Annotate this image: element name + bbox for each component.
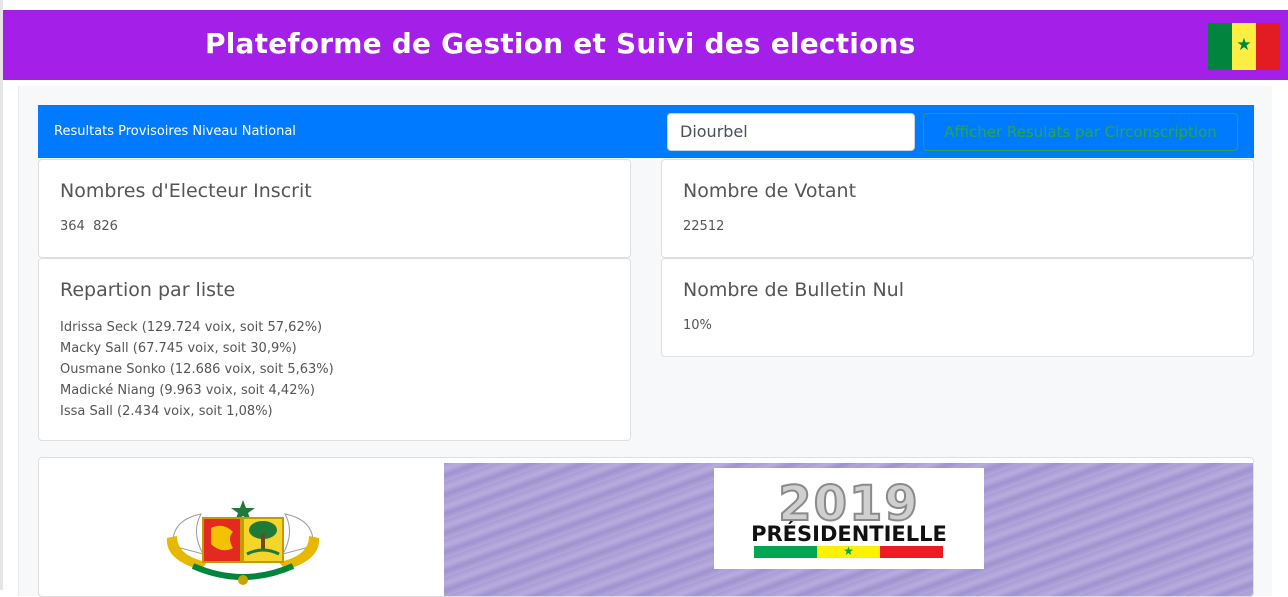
region-select[interactable]: Diourbel (667, 113, 915, 151)
card-bulletin-nul: Nombre de Bulletin Nul 10% (661, 258, 1254, 357)
list-item: Macky Sall (67.745 voix, soit 30,9%) (60, 341, 297, 356)
senegal-coat-of-arms-icon (166, 500, 320, 585)
repartition-list: Idrissa Seck (129.724 voix, soit 57,62%)… (60, 317, 334, 422)
inscrits-label: Nombres d'Electeur Inscrit (60, 180, 312, 202)
flag-red-band (1256, 23, 1280, 70)
votants-value: 22512 (683, 219, 725, 234)
card-inscrits: Nombres d'Electeur Inscrit 364 826 (38, 159, 631, 258)
logo-star-icon: ★ (843, 544, 854, 558)
flag-green-band (1208, 23, 1232, 70)
show-by-circonscription-button[interactable]: Afficher Resulats par Circonscription (923, 113, 1238, 151)
toolbar-title: Resultats Provisoires Niveau National (54, 124, 296, 139)
banner-card: 2019 PRÉSIDENTIELLE ★ (38, 457, 1254, 597)
bulletin-nul-label: Nombre de Bulletin Nul (683, 279, 904, 301)
flag-yellow-band: ★ (1232, 23, 1256, 70)
app-title: Plateforme de Gestion et Suivi des elect… (205, 27, 916, 60)
results-toolbar: Resultats Provisoires Niveau National Di… (38, 105, 1254, 158)
card-votants: Nombre de Votant 22512 (661, 159, 1254, 258)
page-left-border (0, 0, 3, 590)
votants-label: Nombre de Votant (683, 180, 857, 202)
logo-flag-stripe: ★ (754, 544, 943, 558)
card-repartition: Repartion par liste Idrissa Seck (129.72… (38, 258, 631, 441)
presidentielle-banner: 2019 PRÉSIDENTIELLE ★ (444, 463, 1253, 596)
app-header: Plateforme de Gestion et Suivi des elect… (3, 10, 1288, 80)
list-item: Issa Sall (2.434 voix, soit 1,08%) (60, 404, 273, 419)
presidentielle-2019-logo: 2019 PRÉSIDENTIELLE ★ (714, 468, 984, 569)
list-item: Ousmane Sonko (12.686 voix, soit 5,63%) (60, 362, 334, 377)
stripe-red (880, 546, 943, 558)
stripe-yellow: ★ (817, 544, 880, 558)
list-item: Madické Niang (9.963 voix, soit 4,42%) (60, 383, 315, 398)
stripe-green (754, 546, 817, 558)
flag-star-icon: ★ (1236, 35, 1252, 55)
senegal-flag-icon: ★ (1208, 23, 1280, 70)
list-item: Idrissa Seck (129.724 voix, soit 57,62%) (60, 320, 323, 335)
inscrits-value: 364 826 (60, 219, 118, 234)
bulletin-nul-value: 10% (683, 318, 712, 333)
repartition-label: Repartion par liste (60, 279, 236, 301)
